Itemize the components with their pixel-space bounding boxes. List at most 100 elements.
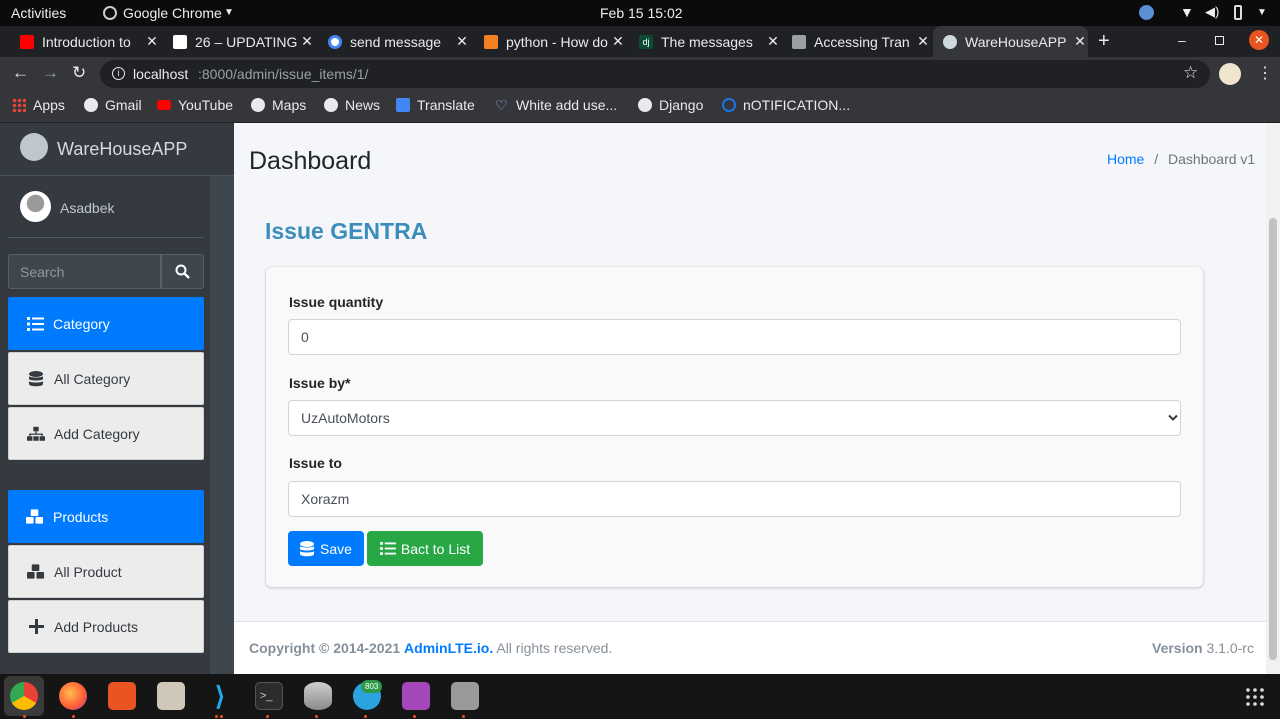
close-tab-icon[interactable]: ✕ [610, 33, 626, 50]
sidebar-item-all-category[interactable]: All Category [8, 352, 204, 405]
issue-quantity-label: Issue quantity [289, 294, 384, 310]
system-top-bar: Activities Google Chrome ▼ Feb 15 15:02 … [0, 0, 1280, 26]
close-tab-icon[interactable]: ✕ [454, 33, 470, 50]
reload-icon[interactable]: ↻ [72, 63, 86, 83]
bookmark-news[interactable]: News [324, 97, 380, 113]
bookmark-django[interactable]: Django [638, 97, 703, 113]
site-info-icon[interactable]: i [112, 67, 125, 80]
bookmark-white-add[interactable]: ♡ White add use... [495, 97, 617, 113]
bookmark-translate[interactable]: Translate [396, 97, 475, 113]
system-menu-caret-icon[interactable]: ▼ [1257, 7, 1267, 18]
tab-title: Introduction to [42, 33, 131, 50]
adminlte-link[interactable]: AdminLTE.io. [404, 640, 493, 656]
files-icon[interactable] [157, 682, 185, 710]
close-tab-icon[interactable]: ✕ [765, 33, 781, 50]
bookmark-apps[interactable]: Apps [12, 97, 65, 113]
battery-icon[interactable] [1234, 5, 1242, 20]
tab[interactable]: Accessing Tran ✕ [786, 26, 931, 57]
stackoverflow-favicon-icon [484, 34, 498, 49]
sidebar-item-all-product[interactable]: All Product [8, 545, 204, 598]
user-name[interactable]: Asadbek [60, 200, 114, 216]
back-to-list-label: Bact to List [400, 540, 471, 557]
terminal-icon[interactable]: >_ [255, 682, 283, 710]
close-tab-icon[interactable]: ✕ [144, 33, 160, 50]
cubes-icon [26, 508, 44, 526]
globe-icon [324, 98, 338, 112]
telegram-unread-badge: 803 [361, 680, 383, 693]
close-tab-icon[interactable]: ✕ [1072, 33, 1088, 50]
breadcrumb-current: Dashboard v1 [1168, 151, 1256, 167]
network-status-icon[interactable] [1139, 5, 1154, 20]
bookmark-label: News [345, 97, 381, 113]
sidebar-item-products[interactable]: Products [8, 490, 204, 543]
activities-button[interactable]: Activities [11, 5, 66, 21]
firefox-icon[interactable] [59, 682, 87, 710]
bookmark-youtube[interactable]: YouTube [157, 97, 233, 113]
scrollbar-thumb[interactable] [1269, 218, 1277, 660]
address-bar[interactable]: i localhost :8000/admin/issue_items/1/ ☆ [100, 60, 1210, 88]
app-menu[interactable]: Google Chrome [123, 5, 222, 21]
brand-link[interactable]: WareHouseAPP [0, 123, 234, 176]
issue-to-input[interactable]: Xorazm [288, 481, 1181, 517]
tab-active[interactable]: WareHouseAPP ✕ [933, 26, 1088, 57]
close-window-button[interactable]: ✕ [1249, 30, 1269, 50]
tab[interactable]: dj The messages ✕ [631, 26, 781, 57]
bookmark-gmail[interactable]: Gmail [84, 97, 142, 113]
search-button[interactable] [161, 254, 204, 289]
tab-title: Accessing Tran [814, 33, 910, 50]
chrome-icon[interactable] [10, 682, 38, 710]
show-applications-icon[interactable] [1246, 688, 1264, 706]
close-tab-icon[interactable]: ✕ [299, 33, 315, 50]
sidebar-item-add-products[interactable]: Add Products [8, 600, 204, 653]
issue-by-select[interactable]: UzAutoMotors [288, 400, 1181, 436]
new-tab-button[interactable]: + [1098, 30, 1110, 53]
brand-text: WareHouseAPP [57, 139, 188, 159]
sidebar-item-label: All Category [54, 370, 131, 387]
breadcrumb-home-link[interactable]: Home [1107, 151, 1144, 167]
bookmark-maps[interactable]: Maps [251, 97, 306, 113]
tab[interactable]: Introduction to ✕ [10, 26, 160, 57]
sidebar-item-add-category[interactable]: Add Category [8, 407, 204, 460]
volume-icon[interactable]: ◀) [1205, 4, 1219, 20]
profile-avatar[interactable] [1219, 63, 1241, 85]
minimize-button[interactable]: – [1178, 32, 1186, 48]
search-input[interactable]: Search [8, 254, 161, 289]
video-player-icon[interactable] [402, 682, 430, 710]
bookmarks-bar: Apps Gmail YouTube Maps News Translate ♡… [0, 91, 1280, 123]
browser-toolbar: ← → ↻ i localhost :8000/admin/issue_item… [0, 57, 1280, 91]
maximize-button[interactable] [1215, 36, 1224, 45]
sidebar-scrollbar[interactable] [210, 176, 234, 674]
save-button[interactable]: Save [288, 531, 364, 566]
bookmark-star-icon[interactable]: ☆ [1183, 63, 1198, 83]
close-tab-icon[interactable]: ✕ [915, 33, 931, 50]
sidebar-item-label: Products [53, 508, 109, 525]
chrome-menu-icon[interactable]: ⋮ [1257, 63, 1273, 83]
wifi-icon[interactable]: ▼ [1180, 4, 1194, 20]
software-center-icon[interactable] [108, 682, 136, 710]
list-icon [26, 315, 44, 333]
tab[interactable]: 26 – UPDATING ✕ [165, 26, 315, 57]
issue-quantity-input[interactable]: 0 [288, 319, 1181, 355]
disks-icon[interactable] [451, 682, 479, 710]
page-scrollbar[interactable] [1266, 123, 1280, 674]
tab-title: The messages [661, 33, 753, 50]
back-arrow-icon[interactable]: ← [12, 63, 29, 83]
bookmark-notification[interactable]: nOTIFICATION... [722, 97, 850, 113]
issue-form-card: Issue quantity 0 Issue by* UzAutoMotors … [266, 267, 1203, 587]
tab-title: send message [350, 33, 442, 50]
rights-text: All rights reserved. [496, 640, 613, 656]
user-panel[interactable]: Asadbek [8, 176, 204, 238]
clock[interactable]: Feb 15 15:02 [600, 5, 683, 21]
back-to-list-button[interactable]: Bact to List [367, 531, 483, 566]
sidebar-item-category[interactable]: Category [8, 297, 204, 350]
tab[interactable]: python - How do ✕ [476, 26, 626, 57]
search-placeholder: Search [20, 264, 65, 280]
running-indicator [220, 715, 223, 718]
forward-arrow-icon[interactable]: → [42, 63, 59, 83]
tab-strip: Introduction to ✕ 26 – UPDATING ✕ send m… [0, 26, 1280, 57]
tab[interactable]: send message ✕ [320, 26, 470, 57]
cubes-icon [27, 563, 45, 581]
avatar[interactable] [20, 191, 51, 222]
database-app-icon[interactable] [304, 682, 332, 710]
vscode-icon[interactable]: ⟩ [206, 682, 234, 710]
